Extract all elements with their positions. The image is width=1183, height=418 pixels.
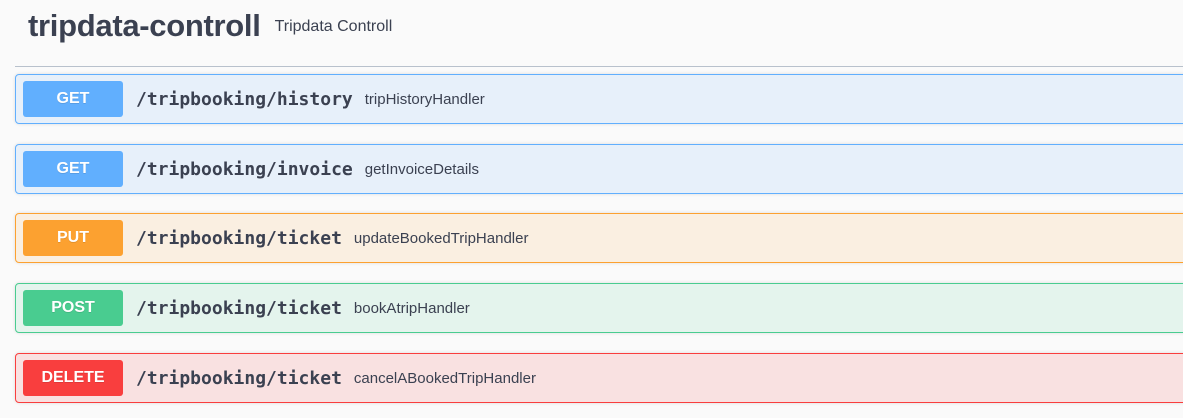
tag-header[interactable]: tripdata-controll Tripdata Controll: [28, 6, 392, 46]
operation-summary: bookAtripHandler: [353, 299, 470, 317]
method-badge-get: GET: [23, 151, 123, 187]
opblock-put-tripbooking-ticket[interactable]: PUT /tripbooking/ticket updateBookedTrip…: [15, 213, 1183, 263]
method-badge-post: POST: [23, 290, 123, 326]
endpoint-path: /tripbooking/history: [136, 88, 353, 110]
tag-divider: [15, 66, 1183, 67]
endpoint-path: /tripbooking/ticket: [136, 367, 342, 389]
opblock-get-tripbooking-history[interactable]: GET /tripbooking/history tripHistoryHand…: [15, 74, 1183, 124]
operation-summary: tripHistoryHandler: [364, 90, 485, 108]
tag-name: tripdata-controll: [28, 8, 261, 43]
endpoint-path: /tripbooking/ticket: [136, 297, 342, 319]
endpoint-path: /tripbooking/invoice: [136, 158, 353, 180]
opblock-post-tripbooking-ticket[interactable]: POST /tripbooking/ticket bookAtripHandle…: [15, 283, 1183, 333]
opblock-get-tripbooking-invoice[interactable]: GET /tripbooking/invoice getInvoiceDetai…: [15, 144, 1183, 194]
method-badge-put: PUT: [23, 220, 123, 256]
method-badge-get: GET: [23, 81, 123, 117]
endpoint-path: /tripbooking/ticket: [136, 227, 342, 249]
method-badge-delete: DELETE: [23, 360, 123, 396]
operation-summary: getInvoiceDetails: [364, 160, 479, 178]
tag-description: Tripdata Controll: [274, 18, 393, 35]
operation-summary: updateBookedTripHandler: [353, 229, 529, 247]
opblock-delete-tripbooking-ticket[interactable]: DELETE /tripbooking/ticket cancelABooked…: [15, 353, 1183, 403]
operation-summary: cancelABookedTripHandler: [353, 369, 536, 387]
